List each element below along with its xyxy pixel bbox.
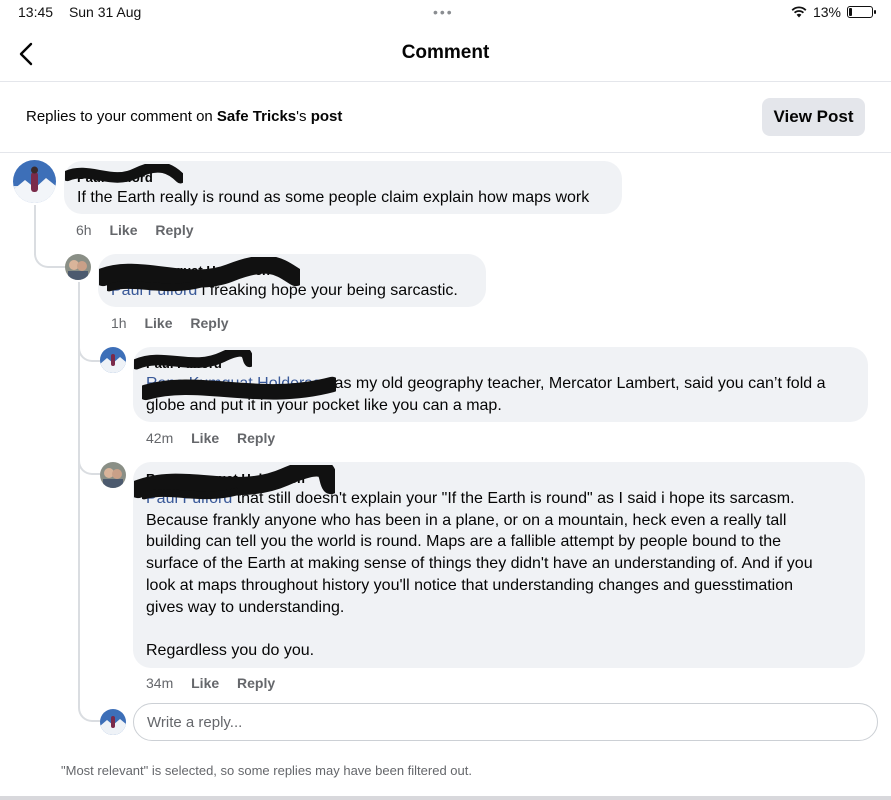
mention-link[interactable]: Rene Kumquat Holdersen bbox=[142, 375, 337, 401]
avatar[interactable] bbox=[100, 462, 126, 488]
like-button[interactable]: Like bbox=[144, 315, 172, 331]
comment-text-line: look at maps throughout history you'll n… bbox=[146, 576, 794, 594]
avatar-photo bbox=[65, 254, 91, 280]
reply-button[interactable]: Reply bbox=[237, 430, 275, 446]
status-date: Sun 31 Aug bbox=[68, 4, 142, 20]
replies-context-text: Replies to your comment on Safe Tricks's… bbox=[26, 108, 342, 125]
page-title: Comment bbox=[401, 42, 490, 63]
battery-level-fill bbox=[849, 8, 852, 16]
like-button[interactable]: Like bbox=[109, 222, 137, 238]
comment-text-line: Regardless you do you. bbox=[146, 641, 315, 659]
reply-button[interactable]: Reply bbox=[155, 222, 193, 238]
view-post-button[interactable]: View Post bbox=[762, 98, 865, 136]
avatar[interactable] bbox=[100, 347, 126, 373]
comment-text-line: globe and put it in your pocket like you… bbox=[146, 396, 502, 414]
thread-connector bbox=[78, 455, 100, 475]
comment-author[interactable]: Rene Kumquat Holdersen bbox=[99, 257, 300, 288]
avatar-photo bbox=[13, 160, 56, 203]
comment-text-body: i freaking hope your being sarcastic. bbox=[201, 282, 458, 299]
comment-text-line: as my old geography teacher, Mercator La… bbox=[330, 375, 826, 392]
mention-link[interactable]: Paul Fulford bbox=[142, 487, 239, 507]
bottom-edge-bar bbox=[0, 796, 891, 800]
context-prefix: Replies to your comment on bbox=[26, 108, 217, 125]
comment-text-line: Because frankly anyone who has been in a… bbox=[146, 511, 787, 529]
comment-actions: 34m Like Reply bbox=[146, 675, 289, 691]
comment-time: 34m bbox=[146, 675, 174, 691]
thread-connector bbox=[34, 248, 66, 268]
context-suffix: 's bbox=[296, 108, 307, 125]
comment-bubble: Paul Fulford Rene Kumquat Holdersen as m… bbox=[133, 347, 868, 422]
context-post-link[interactable]: post bbox=[311, 108, 343, 125]
mention-link[interactable]: Paul Fulford bbox=[107, 279, 204, 299]
wifi-icon bbox=[791, 6, 807, 18]
avatar-photo bbox=[100, 709, 126, 735]
comment-text: Paul Fulford that still doesn't explain … bbox=[142, 487, 852, 662]
status-bar-left: 13:45 Sun 31 Aug bbox=[18, 4, 153, 20]
comment-time: 42m bbox=[146, 430, 174, 446]
filter-note: "Most relevant" is selected, so some rep… bbox=[61, 763, 472, 778]
comment-bubble: Paul Fulford If the Earth really is roun… bbox=[64, 161, 622, 214]
comment-bubble: Rene Kumquat Holdersen Paul Fulford i fr… bbox=[98, 254, 486, 307]
header-divider bbox=[0, 81, 891, 82]
like-button[interactable]: Like bbox=[191, 430, 219, 446]
status-time: 13:45 bbox=[18, 4, 54, 20]
comment-text-line: building can tell you the world is round… bbox=[146, 533, 782, 551]
comment-text-line: surface of the Earth at making sense of … bbox=[146, 555, 813, 573]
comment-time: 6h bbox=[76, 222, 92, 238]
comment-text-line: that still doesn't explain your "If the … bbox=[232, 490, 795, 507]
battery-icon bbox=[847, 6, 876, 18]
status-bar-right: 13% bbox=[791, 4, 876, 20]
comment-text: If the Earth really is round as some peo… bbox=[77, 189, 590, 206]
thread-connector bbox=[78, 342, 100, 362]
reply-button[interactable]: Reply bbox=[190, 315, 228, 331]
avatar[interactable] bbox=[13, 160, 56, 203]
avatar-photo bbox=[100, 462, 126, 488]
comment-actions: 1h Like Reply bbox=[111, 315, 243, 331]
context-page-name[interactable]: Safe Tricks bbox=[217, 108, 296, 125]
comment-author[interactable]: Paul Fulford bbox=[134, 350, 252, 371]
comment-author[interactable]: Rene Kumquat Holdersen bbox=[134, 465, 335, 499]
comment-author[interactable]: Paul Fulford bbox=[65, 164, 183, 185]
reply-input[interactable]: Write a reply... bbox=[133, 703, 878, 741]
comment-bubble: Rene Kumquat Holdersen Paul Fulford that… bbox=[133, 462, 865, 668]
reply-button[interactable]: Reply bbox=[237, 675, 275, 691]
context-divider bbox=[0, 152, 891, 153]
comment-time: 1h bbox=[111, 315, 127, 331]
multitasking-dots-icon[interactable]: ••• bbox=[433, 4, 454, 20]
thread-connector bbox=[78, 700, 100, 722]
battery-percent: 13% bbox=[812, 4, 841, 20]
avatar[interactable] bbox=[65, 254, 91, 280]
comment-actions: 6h Like Reply bbox=[76, 222, 208, 238]
comment-actions: 42m Like Reply bbox=[146, 430, 289, 446]
avatar-photo bbox=[100, 347, 126, 373]
comment-text-line: gives way to understanding. bbox=[146, 598, 345, 616]
like-button[interactable]: Like bbox=[191, 675, 219, 691]
current-user-avatar bbox=[100, 709, 126, 735]
comment-text: Paul Fulford i freaking hope your being … bbox=[107, 279, 473, 302]
comment-text: Rene Kumquat Holdersen as my old geograp… bbox=[142, 373, 855, 416]
